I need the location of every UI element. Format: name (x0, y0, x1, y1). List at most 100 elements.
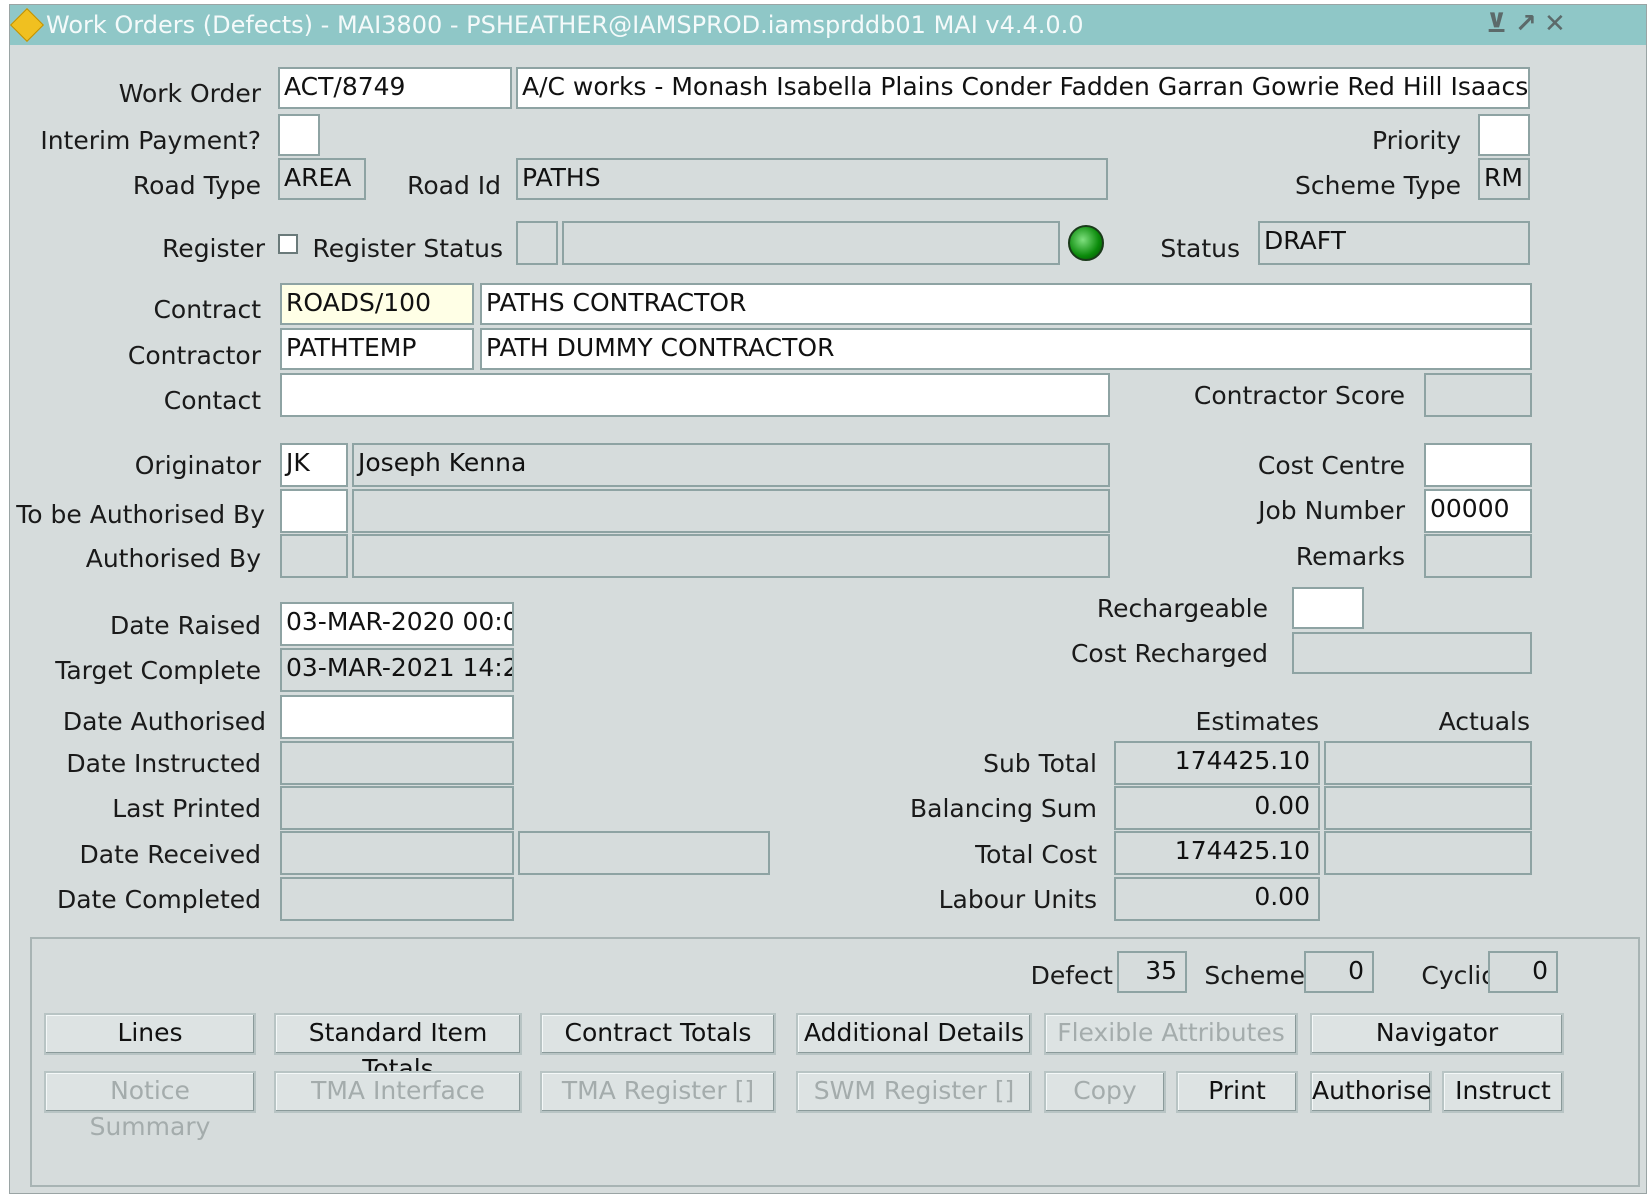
labour-units-label: Labour Units (938, 885, 1097, 914)
navigator-button[interactable]: Navigator (1310, 1013, 1564, 1055)
defect-label: Defect (1030, 961, 1113, 990)
tma-interface-button[interactable]: TMA Interface (274, 1071, 522, 1113)
authorise-button[interactable]: Authorise (1310, 1071, 1432, 1113)
date-received-field[interactable] (280, 831, 514, 875)
lines-button[interactable]: Lines (44, 1013, 256, 1055)
road-type-field[interactable]: AREA (278, 158, 366, 200)
priority-label: Priority (1372, 126, 1461, 155)
balancing-sum-estimate-field[interactable]: 0.00 (1114, 786, 1320, 830)
swm-register-button[interactable]: SWM Register [] (796, 1071, 1032, 1113)
sub-total-label: Sub Total (983, 749, 1097, 778)
cost-recharged-field[interactable] (1292, 632, 1532, 674)
last-printed-label: Last Printed (112, 794, 261, 823)
road-id-field[interactable]: PATHS (516, 158, 1108, 200)
instruct-button[interactable]: Instruct (1442, 1071, 1564, 1113)
total-cost-label: Total Cost (975, 840, 1097, 869)
scheme-type-field[interactable]: RM (1478, 158, 1530, 200)
cost-recharged-label: Cost Recharged (1070, 639, 1268, 668)
contract-name-field[interactable]: PATHS CONTRACTOR (480, 283, 1532, 325)
register-label: Register (162, 234, 265, 263)
date-raised-field[interactable]: 03-MAR-2020 00:00 (280, 602, 514, 646)
contractor-label: Contractor (127, 341, 261, 370)
actuals-header: Actuals (1438, 707, 1530, 736)
target-complete-label: Target Complete (55, 656, 261, 685)
date-instructed-label: Date Instructed (66, 749, 261, 778)
work-order-description-field[interactable]: A/C works - Monash Isabella Plains Conde… (516, 67, 1530, 109)
balancing-sum-label: Balancing Sum (910, 794, 1097, 823)
contractor-code-field[interactable]: PATHTEMP (280, 328, 474, 370)
cyclic-count-field[interactable]: 0 (1488, 951, 1558, 993)
job-number-field[interactable]: 00000 (1424, 489, 1532, 533)
contractor-name-field[interactable]: PATH DUMMY CONTRACTOR (480, 328, 1532, 370)
contractor-score-field[interactable] (1424, 373, 1532, 417)
contractor-score-label: Contractor Score (1193, 381, 1405, 410)
total-cost-estimate-field[interactable]: 174425.10 (1114, 831, 1320, 875)
date-authorised-label: Date Authorised (62, 707, 266, 736)
cost-centre-label: Cost Centre (1257, 451, 1405, 480)
sub-total-estimate-field[interactable]: 174425.10 (1114, 741, 1320, 785)
tma-register-button[interactable]: TMA Register [] (540, 1071, 776, 1113)
register-checkbox[interactable] (278, 234, 298, 254)
flexible-attributes-button[interactable]: Flexible Attributes (1044, 1013, 1298, 1055)
estimates-header: Estimates (1195, 707, 1319, 736)
register-status-code-field[interactable] (516, 221, 558, 265)
scheme-count-field[interactable]: 0 (1304, 951, 1374, 993)
date-raised-label: Date Raised (109, 611, 261, 640)
status-field[interactable]: DRAFT (1258, 221, 1530, 265)
to-be-authorised-by-name-field[interactable] (352, 489, 1110, 533)
date-received-extra-field[interactable] (518, 831, 770, 875)
sub-total-actual-field[interactable] (1324, 741, 1532, 785)
cost-centre-field[interactable] (1424, 443, 1532, 487)
title-bar: Work Orders (Defects) - MAI3800 - PSHEAT… (10, 5, 1646, 45)
priority-field[interactable] (1478, 114, 1530, 156)
authorised-by-name-field[interactable] (352, 534, 1110, 578)
standard-item-totals-button[interactable]: Standard Item Totals (274, 1013, 522, 1083)
road-id-label: Road Id (407, 171, 501, 200)
remarks-label: Remarks (1295, 542, 1405, 571)
date-instructed-field[interactable] (280, 741, 514, 785)
labour-units-estimate-field[interactable]: 0.00 (1114, 877, 1320, 921)
total-cost-actual-field[interactable] (1324, 831, 1532, 875)
date-completed-field[interactable] (280, 877, 514, 921)
authorised-by-code-field[interactable] (280, 534, 348, 578)
originator-name-field[interactable]: Joseph Kenna (352, 443, 1110, 487)
originator-label: Originator (134, 451, 261, 480)
originator-code-field[interactable]: JK (280, 443, 348, 487)
copy-button[interactable]: Copy (1044, 1071, 1166, 1113)
work-order-label: Work Order (118, 79, 261, 108)
scheme-label: Scheme (1204, 961, 1305, 990)
cyclic-label: Cyclic (1421, 961, 1495, 990)
road-type-label: Road Type (132, 171, 261, 200)
job-number-label: Job Number (1258, 496, 1405, 525)
rechargeable-field[interactable] (1292, 587, 1364, 629)
register-status-desc-field[interactable] (562, 221, 1060, 265)
contract-totals-button[interactable]: Contract Totals (540, 1013, 776, 1055)
balancing-sum-actual-field[interactable] (1324, 786, 1532, 830)
interim-payment-field[interactable] (278, 114, 320, 156)
contact-label: Contact (163, 386, 261, 415)
target-complete-field[interactable]: 03-MAR-2021 14:26 (280, 648, 514, 692)
interim-payment-label: Interim Payment? (40, 126, 261, 155)
app-diamond-icon (10, 8, 44, 42)
close-icon[interactable]: ✕ (1544, 9, 1566, 39)
to-be-authorised-by-code-field[interactable] (280, 489, 348, 533)
defect-count-field[interactable]: 35 (1117, 951, 1187, 993)
maximize-icon[interactable]: ↗ (1515, 9, 1537, 39)
contact-field[interactable] (280, 373, 1110, 417)
notice-summary-button[interactable]: Notice Summary (44, 1071, 256, 1141)
print-button[interactable]: Print (1176, 1071, 1298, 1113)
window-title: Work Orders (Defects) - MAI3800 - PSHEAT… (46, 11, 1084, 39)
date-completed-label: Date Completed (56, 885, 261, 914)
date-received-label: Date Received (79, 840, 261, 869)
authorised-by-label: Authorised By (85, 544, 261, 573)
last-printed-field[interactable] (280, 786, 514, 830)
work-orders-window: Work Orders (Defects) - MAI3800 - PSHEAT… (9, 4, 1647, 1194)
additional-details-button[interactable]: Additional Details (796, 1013, 1032, 1055)
minimize-icon[interactable]: ⊻ (1486, 9, 1507, 39)
work-order-code-field[interactable]: ACT/8749 (278, 67, 512, 109)
date-authorised-field[interactable] (280, 695, 514, 739)
register-status-label: Register Status (312, 234, 503, 263)
remarks-field[interactable] (1424, 534, 1532, 578)
contract-label: Contract (153, 295, 261, 324)
contract-code-field[interactable]: ROADS/100 (280, 283, 474, 325)
